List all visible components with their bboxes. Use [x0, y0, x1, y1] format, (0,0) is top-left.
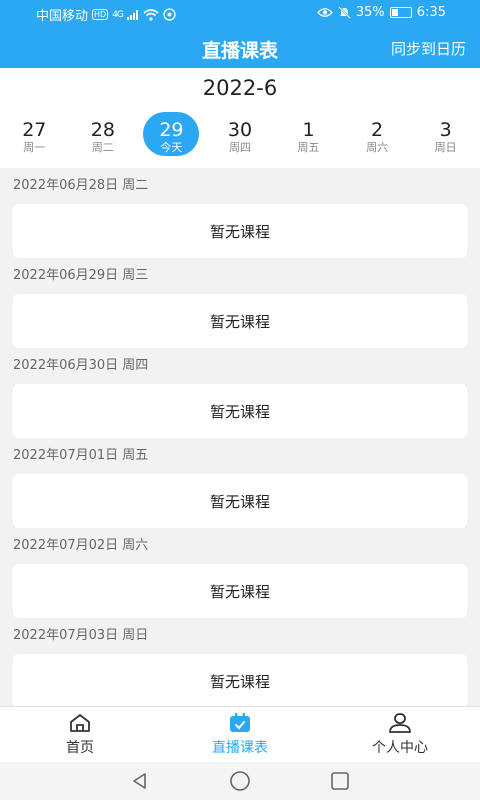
- day-number: 27: [22, 119, 47, 141]
- nav-schedule[interactable]: 直播课表: [160, 707, 320, 762]
- day-item[interactable]: 28 周二: [69, 116, 138, 158]
- recents-icon[interactable]: [325, 769, 355, 793]
- day-weekday: 周四: [228, 141, 251, 154]
- day-number: 2: [371, 119, 384, 141]
- nfc-icon: [163, 8, 176, 21]
- day-item[interactable]: 2 周六: [343, 116, 412, 158]
- battery-percent: 35%: [355, 5, 385, 20]
- empty-course-text: 暂无课程: [209, 402, 270, 421]
- schedule-card[interactable]: 暂无课程: [13, 654, 467, 706]
- schedule-card[interactable]: 暂无课程: [13, 384, 467, 438]
- app-header: 中国移动 HD 4G 35% 6:35 直播课表 同步到日历: [0, 0, 480, 68]
- schedule-date-label: 2022年07月01日 周五: [13, 448, 149, 463]
- back-icon[interactable]: [125, 769, 155, 793]
- month-label: 2022-6: [202, 76, 278, 100]
- nav-profile-label: 个人中心: [372, 740, 428, 756]
- network-label: 4G: [112, 9, 124, 20]
- day-item[interactable]: 27 周一: [0, 116, 69, 158]
- day-item[interactable]: 1 周五: [274, 116, 343, 158]
- day-number: 28: [90, 119, 115, 141]
- bottom-nav: 首页 直播课表 个人中心: [0, 706, 480, 762]
- day-weekday: 周六: [366, 141, 389, 154]
- day-strip: 27 周一 28 周二 29 今天 30 周四 1 周五 2 周六 3 周日: [0, 112, 480, 158]
- day-item-selected[interactable]: 29 今天: [137, 112, 206, 158]
- schedule-date-label: 2022年06月29日 周三: [13, 268, 149, 283]
- day-weekday: 周二: [91, 141, 114, 154]
- schedule-date-label: 2022年06月30日 周四: [13, 358, 149, 373]
- empty-course-text: 暂无课程: [209, 312, 270, 331]
- nav-profile[interactable]: 个人中心: [320, 707, 480, 762]
- empty-course-text: 暂无课程: [209, 222, 270, 241]
- day-number: 29: [159, 119, 184, 141]
- battery-icon: [389, 7, 412, 18]
- carrier-label: 中国移动: [36, 9, 89, 24]
- empty-course-text: 暂无课程: [209, 492, 270, 511]
- day-item[interactable]: 3 周日: [411, 116, 480, 158]
- empty-course-text: 暂无课程: [209, 672, 270, 691]
- schedule-list[interactable]: 2022年06月28日 周二 暂无课程 2022年06月29日 周三 暂无课程 2022…: [0, 168, 480, 706]
- day-weekday: 今天: [160, 141, 183, 154]
- day-weekday: 周日: [434, 141, 457, 154]
- hd-badge: HD: [92, 9, 109, 20]
- signal-icon: [126, 9, 138, 20]
- nav-schedule-label: 直播课表: [212, 740, 268, 756]
- mute-icon: [338, 6, 351, 19]
- schedule-date-label: 2022年07月02日 周六: [13, 538, 149, 553]
- home-icon: [70, 714, 90, 732]
- schedule-card[interactable]: 暂无课程: [13, 294, 467, 348]
- nav-home[interactable]: 首页: [0, 707, 160, 762]
- clock: 6:35: [416, 5, 446, 20]
- schedule-date-label: 2022年07月03日 周日: [13, 628, 149, 643]
- home-circle-icon[interactable]: [225, 769, 255, 793]
- day-number: 3: [439, 119, 452, 141]
- date-picker: 2022-6 27 周一 28 周二 29 今天 30 周四 1 周五 2 周六 3 周日: [0, 68, 480, 168]
- schedule-card[interactable]: 暂无课程: [13, 474, 467, 528]
- wifi-icon: [143, 8, 159, 21]
- eye-icon: [317, 8, 333, 17]
- nav-home-label: 首页: [66, 740, 94, 756]
- status-bar: 中国移动 HD 4G 35% 6:35: [0, 0, 480, 26]
- schedule-card[interactable]: 暂无课程: [13, 204, 467, 258]
- system-nav-bar: [0, 762, 480, 800]
- calendar-icon: [230, 713, 250, 732]
- schedule-date-label: 2022年06月28日 周二: [13, 178, 149, 193]
- empty-course-text: 暂无课程: [209, 582, 270, 601]
- day-number: 1: [302, 119, 315, 141]
- day-weekday: 周五: [297, 141, 320, 154]
- day-number: 30: [227, 119, 253, 141]
- schedule-card[interactable]: 暂无课程: [13, 564, 467, 618]
- day-weekday: 周一: [23, 141, 46, 154]
- day-item[interactable]: 30 周四: [206, 116, 275, 158]
- sync-calendar-button[interactable]: 同步到日历: [391, 38, 466, 59]
- user-icon: [389, 713, 411, 733]
